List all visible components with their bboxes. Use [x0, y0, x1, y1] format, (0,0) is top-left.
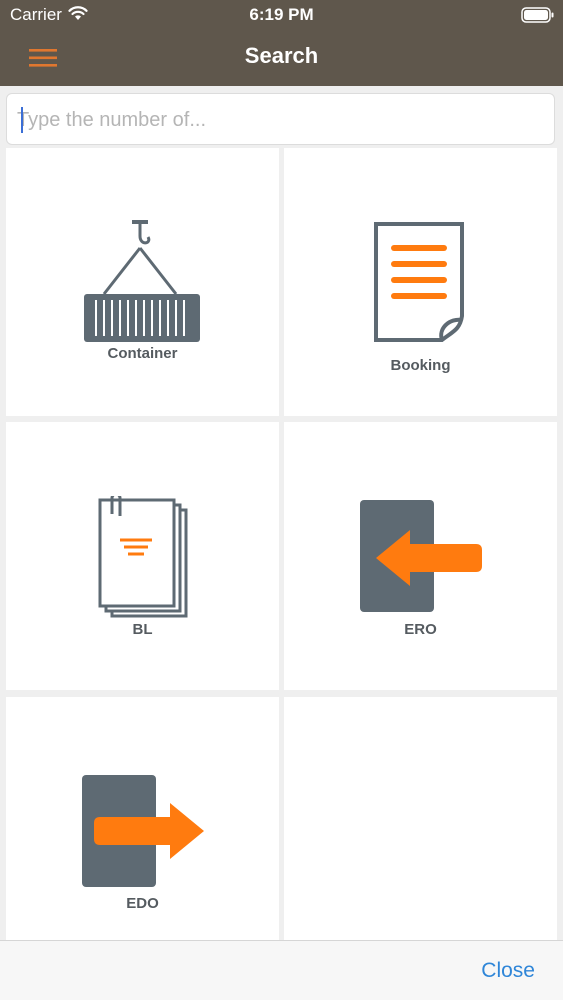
stacked-documents-icon: [98, 496, 188, 618]
search-field-container: [6, 93, 555, 145]
search-input[interactable]: [15, 102, 547, 138]
tile-label: EDO: [126, 895, 159, 912]
tile-label: Booking: [390, 357, 451, 374]
tile-booking[interactable]: Booking: [284, 148, 557, 416]
tile-label: BL: [132, 621, 153, 638]
arrow-out-door-icon: [82, 775, 204, 887]
navigation-bar: Search: [0, 30, 563, 86]
tile-ero[interactable]: ERO: [284, 422, 557, 690]
tile-label: ERO: [404, 621, 437, 638]
close-button[interactable]: Close: [481, 959, 535, 983]
tile-bl[interactable]: BL: [6, 422, 279, 690]
document-icon: [374, 222, 464, 342]
text-caret: [21, 107, 23, 133]
battery-icon: [521, 7, 554, 23]
crane-container-icon: [84, 220, 200, 342]
tile-edo[interactable]: EDO: [6, 697, 279, 965]
tile-label: Container: [107, 345, 178, 362]
status-time: 6:19 PM: [249, 5, 314, 24]
tile-empty: [284, 697, 557, 965]
status-bar: Carrier 6:19 PM: [0, 0, 563, 30]
bottom-toolbar: Close: [0, 940, 563, 1000]
tile-container[interactable]: Container: [6, 148, 279, 416]
arrow-in-door-icon: [360, 500, 482, 612]
page-title: Search: [244, 43, 319, 68]
